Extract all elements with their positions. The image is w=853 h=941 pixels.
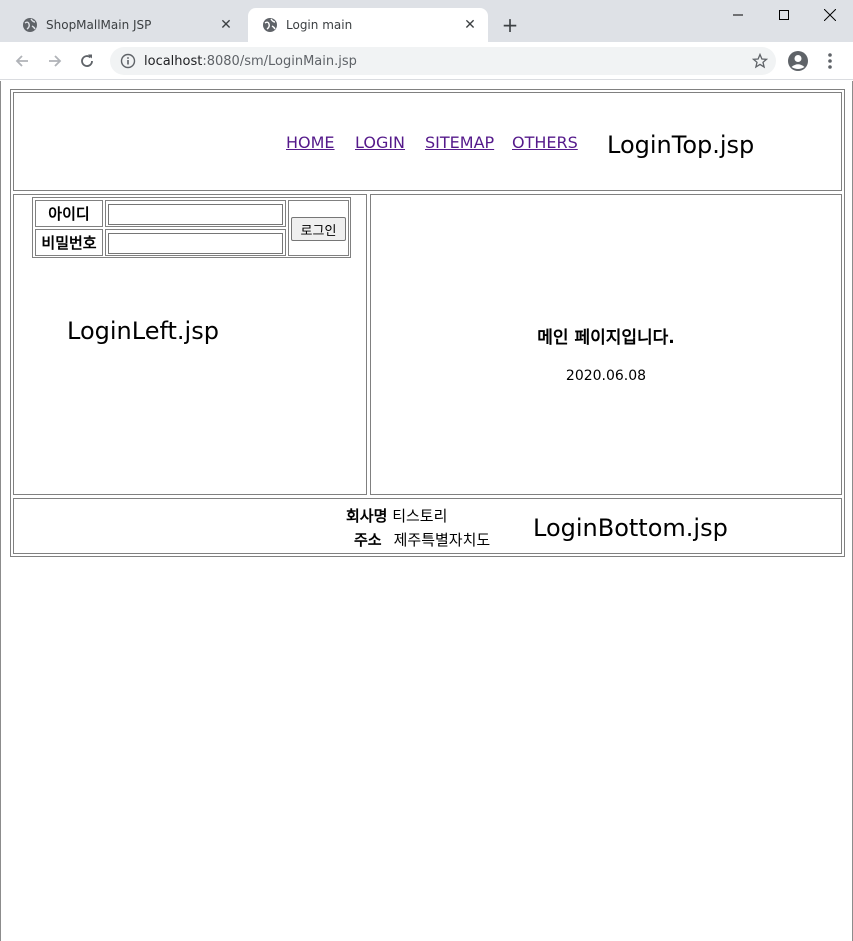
new-tab-button[interactable]: + (498, 13, 522, 37)
login-button[interactable]: 로그인 (291, 217, 346, 241)
browser-toolbar: localhost:8080/sm/LoginMain.jsp (0, 42, 853, 80)
bottom-section: 회사명 티스토리 주소 제주특별자치도 LoginBottom.jsp (13, 498, 842, 554)
address-label: 주소 (354, 531, 382, 549)
window-close-button[interactable] (807, 0, 853, 30)
minimize-button[interactable] (715, 0, 761, 30)
main-date: 2020.06.08 (565, 368, 647, 384)
nav-link-login[interactable]: LOGIN (355, 133, 405, 152)
password-label-cell: 비밀번호 (35, 229, 103, 256)
id-label-cell: 아이디 (35, 200, 103, 227)
tab-strip: ShopMallMain JSP ✕ Login main ✕ + (0, 0, 853, 42)
bottom-file-label: LoginBottom.jsp (533, 514, 728, 542)
reload-button[interactable] (75, 49, 99, 73)
main-title: 메인 페이지입니다. (537, 328, 675, 348)
close-icon (824, 9, 836, 21)
id-input[interactable] (108, 204, 283, 225)
minimize-icon (733, 14, 743, 16)
tab-title: Login main (286, 18, 353, 32)
id-label: 아이디 (48, 205, 90, 223)
nav-link-home[interactable]: HOME (286, 133, 335, 152)
login-form: 아이디 비밀번호 로그인 (32, 197, 351, 258)
nav-link-sitemap[interactable]: SITEMAP (425, 133, 494, 152)
close-icon[interactable]: ✕ (214, 17, 238, 33)
page-viewport: HOME LOGIN SITEMAP OTHERS LoginTop.jsp 아… (0, 81, 853, 941)
left-section: 아이디 비밀번호 로그인 LoginLeft.jsp (13, 194, 367, 495)
url-path: :8080/sm/LoginMain.jsp (202, 53, 357, 69)
tab-title: ShopMallMain JSP (46, 18, 152, 32)
close-icon[interactable]: ✕ (458, 17, 482, 33)
top-file-label: LoginTop.jsp (607, 131, 755, 159)
layout-table: HOME LOGIN SITEMAP OTHERS LoginTop.jsp 아… (10, 89, 845, 557)
tab-login-main[interactable]: Login main ✕ (248, 8, 488, 42)
reload-icon (81, 54, 93, 67)
back-button[interactable] (10, 49, 34, 73)
maximize-icon (779, 10, 789, 20)
login-button-cell: 로그인 (288, 200, 349, 256)
more-vert-icon[interactable] (820, 51, 840, 71)
address-line: 주소 제주특별자치도 (354, 529, 490, 550)
company-value: 티스토리 (392, 507, 448, 525)
arrow-left-icon (15, 55, 28, 67)
arrow-right-icon (49, 55, 62, 67)
address-bar[interactable]: localhost:8080/sm/LoginMain.jsp (110, 47, 776, 75)
maximize-button[interactable] (761, 0, 807, 30)
star-icon[interactable] (752, 53, 768, 69)
forward-button[interactable] (43, 49, 67, 73)
address-value: 제주특별자치도 (393, 531, 491, 549)
tab-shopmallmain[interactable]: ShopMallMain JSP ✕ (8, 8, 244, 42)
main-section: 메인 페이지입니다. 2020.06.08 (370, 194, 842, 495)
company-line: 회사명 티스토리 (346, 505, 447, 526)
password-input[interactable] (108, 233, 283, 254)
globe-icon (263, 18, 277, 32)
profile-icon[interactable] (787, 50, 809, 72)
globe-icon (23, 18, 37, 32)
company-label: 회사명 (346, 507, 388, 525)
left-file-label: LoginLeft.jsp (67, 317, 219, 345)
url-host: localhost (144, 53, 203, 69)
url-text: localhost:8080/sm/LoginMain.jsp (144, 54, 357, 69)
top-section: HOME LOGIN SITEMAP OTHERS LoginTop.jsp (13, 92, 842, 191)
id-field-cell (105, 200, 286, 227)
info-icon[interactable] (120, 53, 136, 69)
password-label: 비밀번호 (41, 234, 97, 252)
password-field-cell (105, 229, 286, 256)
nav-link-others[interactable]: OTHERS (512, 133, 578, 152)
